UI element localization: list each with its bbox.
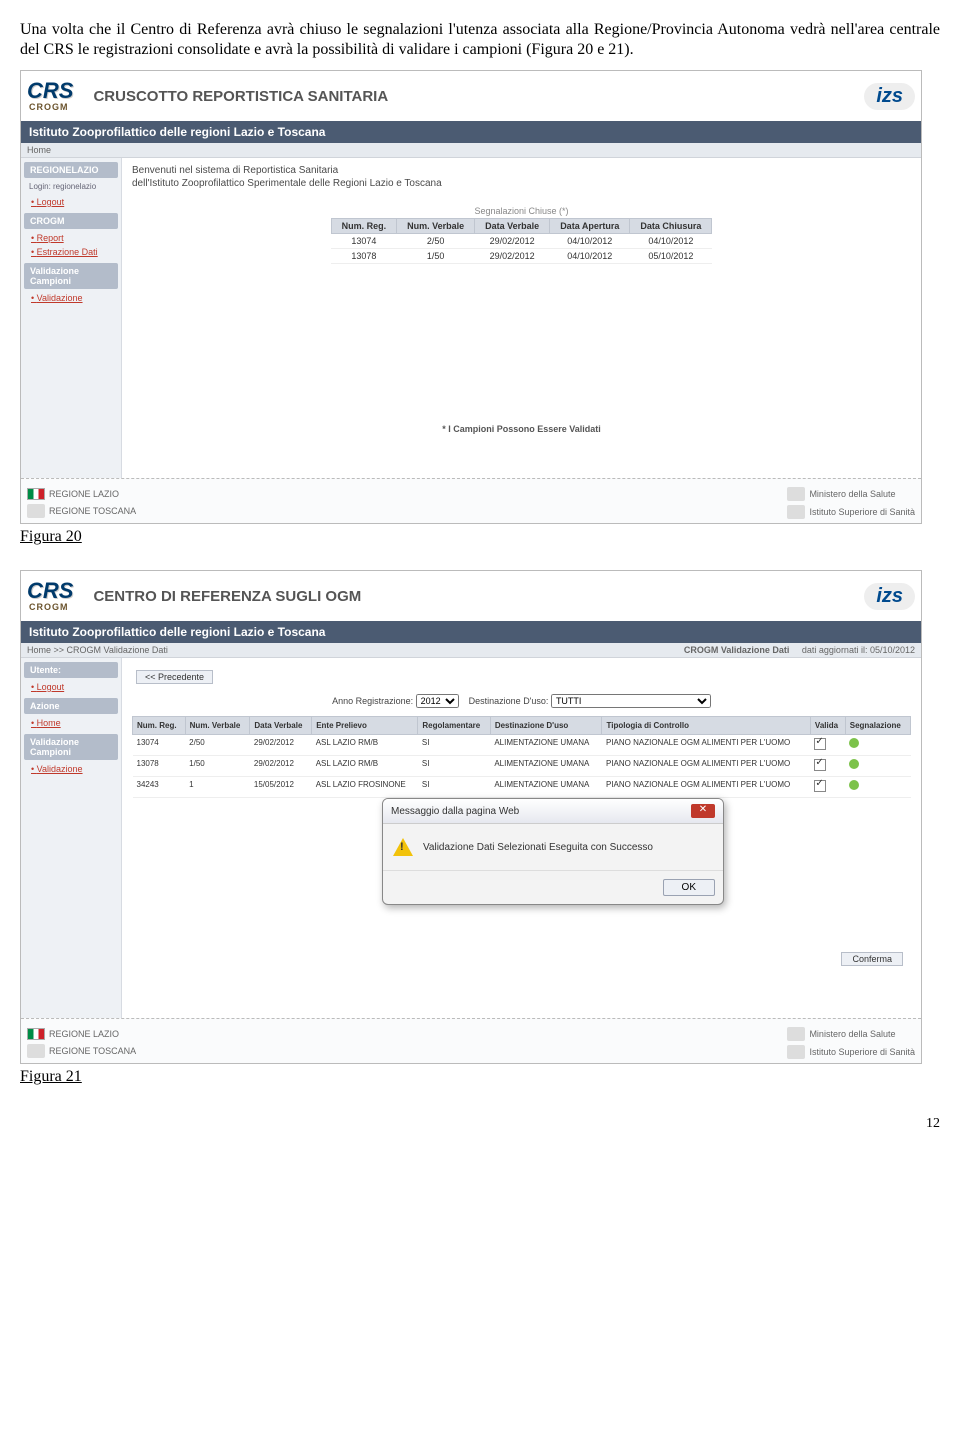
table-row[interactable]: 130742/5029/02/2012ASL LAZIO RM/BSIALIME… [133,735,911,756]
filter-bar: Anno Registrazione: 2012 Destinazione D'… [132,694,911,708]
table-footnote: * I Campioni Possono Essere Validati [132,424,911,434]
table-header: Num. Verbale [397,219,475,234]
crs-logo: CRS [27,80,73,102]
izs-logo: izs [864,583,915,610]
dialog-message: Validazione Dati Selezionati Eseguita co… [423,842,653,853]
figure-21: CRS CROGM CENTRO DI REFERENZA SUGLI OGM … [20,570,922,1064]
breadcrumb-page-title: CROGM Validazione Dati [684,645,790,655]
app-title: CRUSCOTTO REPORTISTICA SANITARIA [93,88,864,105]
footer-iss: Istituto Superiore di Sanità [787,505,915,519]
figure-20-caption: Figura 20 [20,528,940,546]
page-number: 12 [20,1116,940,1132]
sidebar-login-label: Login: regionelazio [21,180,121,195]
table-header: Num. Reg. [133,717,186,735]
sidebar-link-validazione[interactable]: Validazione [21,762,121,776]
izs-logo: izs [864,83,915,110]
footer-regione-lazio: REGIONE LAZIO [27,488,136,500]
breadcrumb-left[interactable]: Home >> CROGM Validazione Dati [27,645,168,655]
table-header: Valida [810,717,845,735]
status-dot-icon [849,738,859,748]
main-content: Benvenuti nel sistema di Reportistica Sa… [122,158,921,478]
closed-reports-table: Num. Reg.Num. VerbaleData VerbaleData Ap… [331,218,713,264]
status-dot-icon [849,759,859,769]
dialog-title: Messaggio dalla pagina Web [391,806,519,817]
filter-year-label: Anno Registrazione: [332,696,413,706]
table-header: Regolamentare [418,717,490,735]
figure-20: CRS CROGM CRUSCOTTO REPORTISTICA SANITAR… [20,70,922,524]
breadcrumb: Home [21,143,921,158]
dialog-close-icon[interactable]: ✕ [691,804,715,818]
conferma-button[interactable]: Conferma [841,952,903,966]
institute-bar: Istituto Zooprofilattico delle regioni L… [21,621,921,643]
filter-dest-select[interactable]: TUTTI [551,694,711,708]
app-title: CENTRO DI REFERENZA SUGLI OGM [93,588,864,605]
table-row[interactable]: 34243115/05/2012ASL LAZIO FROSINONESIALI… [133,777,911,798]
footer-regione-toscana: REGIONE TOSCANA [27,504,136,518]
filter-year-select[interactable]: 2012 [416,694,459,708]
sidebar: REGIONELAZIO Login: regionelazio Logout … [21,158,122,478]
footer-regione-lazio: REGIONE LAZIO [27,1028,136,1040]
table-caption: Segnalazioni Chiuse (*) [474,206,568,216]
prev-button[interactable]: << Precedente [136,670,213,684]
crogm-logo: CROGM [29,102,81,112]
header-bar: CRS CROGM CRUSCOTTO REPORTISTICA SANITAR… [21,71,921,121]
status-dot-icon [849,780,859,790]
sidebar-section-validazione: Validazione Campioni [24,263,118,289]
breadcrumb-left[interactable]: Home [27,145,51,155]
sidebar-link-logout[interactable]: Logout [21,680,121,694]
valida-checkbox[interactable] [814,759,826,771]
main-content: << Precedente Anno Registrazione: 2012 D… [122,658,921,1018]
header-bar: CRS CROGM CENTRO DI REFERENZA SUGLI OGM … [21,571,921,621]
footer-bar: REGIONE LAZIO REGIONE TOSCANA Ministero … [21,478,921,523]
table-header: Num. Reg. [331,219,397,234]
valida-checkbox[interactable] [814,780,826,792]
table-header: Data Chiusura [630,219,712,234]
table-row[interactable]: 130742/5029/02/201204/10/201204/10/2012 [331,234,712,249]
breadcrumb-updated: dati aggiornati il: 05/10/2012 [802,645,915,655]
table-row[interactable]: 130781/5029/02/201204/10/201205/10/2012 [331,249,712,264]
sidebar-section-utente: Utente: [24,662,118,678]
footer-ministero: Ministero della Salute [787,487,915,501]
table-header: Num. Verbale [185,717,250,735]
valida-checkbox[interactable] [814,738,826,750]
sidebar-link-validazione[interactable]: Validazione [21,291,121,305]
table-header: Data Verbale [250,717,312,735]
footer-bar: REGIONE LAZIO REGIONE TOSCANA Ministero … [21,1018,921,1063]
footer-iss: Istituto Superiore di Sanità [787,1045,915,1059]
intro-paragraph: Una volta che il Centro di Referenza avr… [20,20,940,60]
sidebar-link-home[interactable]: Home [21,716,121,730]
institute-bar: Istituto Zooprofilattico delle regioni L… [21,121,921,143]
footer-regione-toscana: REGIONE TOSCANA [27,1044,136,1058]
sidebar-link-logout[interactable]: Logout [21,195,121,209]
table-row[interactable]: 130781/5029/02/2012ASL LAZIO RM/BSIALIME… [133,756,911,777]
figure-21-caption: Figura 21 [20,1068,940,1086]
sidebar-section-azione: Azione [24,698,118,714]
success-dialog: Messaggio dalla pagina Web ✕ Validazione… [382,798,724,905]
table-header: Tipologia di Controllo [602,717,810,735]
table-header: Segnalazione [845,717,910,735]
footer-ministero: Ministero della Salute [787,1027,915,1041]
table-header: Destinazione D'uso [490,717,602,735]
sidebar-section-validazione: Validazione Campioni [24,734,118,760]
sidebar-link-estrazione[interactable]: Estrazione Dati [21,245,121,259]
filter-dest-label: Destinazione D'uso: [469,696,549,706]
validation-grid: Num. Reg.Num. VerbaleData VerbaleEnte Pr… [132,716,911,798]
warning-icon [393,838,413,856]
welcome-text: Benvenuti nel sistema di Reportistica Sa… [132,164,911,190]
sidebar-section-region: REGIONELAZIO [24,162,118,178]
table-header: Data Apertura [550,219,630,234]
sidebar-section-crogm: CROGM [24,213,118,229]
sidebar: Utente: Logout Azione Home Validazione C… [21,658,122,1018]
breadcrumb: Home >> CROGM Validazione Dati CROGM Val… [21,643,921,658]
crs-logo: CRS [27,580,73,602]
dialog-ok-button[interactable]: OK [663,879,715,896]
table-header: Ente Prelievo [312,717,418,735]
crogm-logo: CROGM [29,602,81,612]
table-header: Data Verbale [475,219,550,234]
sidebar-link-report[interactable]: Report [21,231,121,245]
